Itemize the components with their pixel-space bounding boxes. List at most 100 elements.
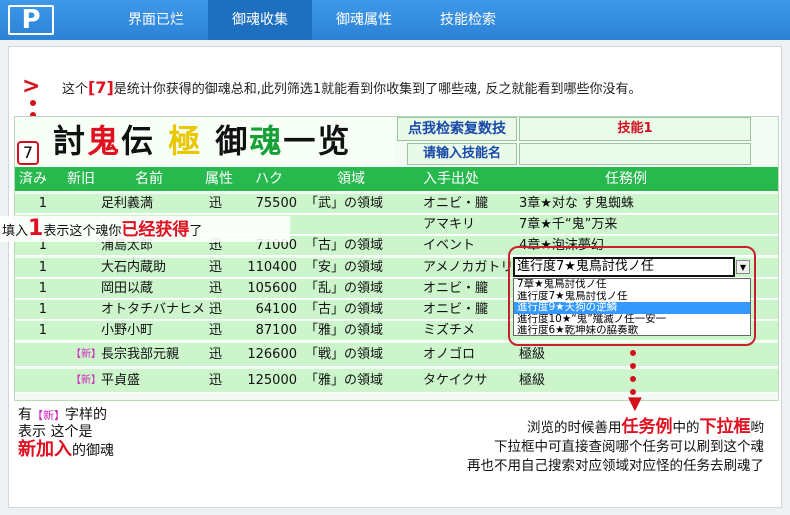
cell-name: 岡田以蔵 — [101, 281, 154, 296]
skill-1-header: 技能1 — [519, 117, 751, 141]
multi-skill-search-button[interactable]: 点我检索复数技 — [397, 117, 517, 141]
cell-haku: 110400 — [247, 260, 297, 275]
cell-name: 大石内蔵助 — [101, 260, 167, 275]
cell-realm: 「戦」の領域 — [305, 347, 384, 362]
cell-source: オニビ・朧 — [423, 196, 489, 211]
app-logo: P — [8, 5, 54, 35]
fill-hint-b: 1 — [28, 216, 44, 241]
cell-source: ミズチメ — [423, 323, 476, 338]
col-header[interactable]: 入手出处 — [423, 167, 479, 191]
col-header[interactable]: 任務例 — [605, 167, 647, 191]
cell-haku: 105600 — [247, 281, 297, 296]
cell-haku: 126600 — [247, 347, 297, 362]
cell-name: 小野小町 — [101, 323, 154, 338]
title-area: 7 討鬼伝 極 御魂一览 — [15, 117, 395, 167]
title-char: 極 — [155, 122, 216, 160]
col-header[interactable]: 領域 — [337, 167, 365, 191]
top-nav-bar: P 界面已烂 御魂收集 御魂属性 技能检索 — [0, 0, 790, 40]
note-text: 哟 — [750, 420, 765, 436]
task-select[interactable]: 進行度7★鬼鳥討伐ノ任 — [513, 257, 735, 277]
cell-source: オニビ・朧 — [423, 302, 489, 317]
intro-highlight: [7] — [88, 78, 114, 97]
title-char: 魂 — [249, 122, 284, 160]
col-header[interactable]: 名前 — [135, 167, 163, 191]
cell-task: 3章★对な す鬼蜘蛛 — [519, 196, 635, 211]
fill-hint-c: 表示这个魂你 — [43, 224, 122, 239]
fill-hint-d: 已经获得 — [121, 220, 190, 240]
cell-realm: 「古」の領域 — [305, 238, 384, 253]
cell-attr: 迅 — [209, 196, 223, 211]
cell-name: 足利義満 — [101, 196, 154, 211]
task-option[interactable]: 7章★鬼鳥討伐ノ任 — [514, 279, 750, 291]
title-char: 伝 — [121, 122, 156, 160]
collected-count: 7 — [17, 141, 39, 165]
task-option[interactable]: 進行度9★天狗の逆鱗 — [514, 302, 750, 314]
new-tag-note: 有【新】字样的 表示 这个是 新加入的御魂 — [18, 407, 114, 460]
note-text: 的御魂 — [72, 443, 114, 459]
title-char: 御 — [215, 122, 250, 160]
cell-realm: 「雅」の領域 — [305, 323, 384, 338]
cell-haku: 125000 — [247, 373, 297, 388]
cell-attr: 迅 — [209, 281, 223, 296]
intro-prefix: 这个 — [62, 82, 89, 97]
task-option[interactable]: 進行度7★鬼鳥討伐ノ任 — [514, 291, 750, 303]
cell-source: オノゴロ — [423, 347, 476, 362]
col-header[interactable]: 属性 — [205, 167, 233, 191]
cell-done: 1 — [38, 260, 47, 275]
cell-name: 長宗我部元親 — [101, 347, 180, 362]
cell-source: アメノカガトリ — [423, 260, 514, 275]
cell-haku: 75500 — [255, 196, 297, 211]
cell-haku: 64100 — [255, 302, 297, 317]
note-text: 字样的 — [65, 407, 107, 423]
table-row[interactable]: 1 足利義満 迅 75500 「武」の領域 オニビ・朧 3章★对な す鬼蜘蛛 — [15, 194, 778, 214]
cell-realm: 「雅」の領域 — [305, 373, 384, 388]
note-text: 下拉框中可直接查阅哪个任务可以刷到这个魂 — [494, 439, 764, 455]
title-char: 一览 — [283, 122, 352, 160]
col-header[interactable]: 済み — [19, 167, 47, 191]
cell-source: オニビ・朧 — [423, 281, 489, 296]
table-row[interactable]: 【新】 長宗我部元親 迅 126600 「戦」の領域 オノゴロ 極級 — [15, 343, 778, 367]
skill-name-input[interactable]: 请输入技能名 — [407, 143, 517, 165]
skill-1-cell[interactable] — [519, 143, 751, 165]
cell-done: 1 — [38, 323, 47, 338]
nav-tab-1[interactable]: 御魂收集 — [208, 0, 312, 40]
task-option[interactable]: 進行度6★乾坤妹の脇奏歌 — [514, 325, 750, 337]
fill-hint-a: 填入 — [2, 224, 29, 239]
note-highlight: 下拉框 — [699, 417, 751, 437]
note-text: 浏览的时候善用 — [527, 420, 622, 436]
cell-haku: 87100 — [255, 323, 297, 338]
note-text: 再也不用自己搜索对应领域对应怪的任务去刷魂了 — [467, 458, 764, 474]
nav-tab-0[interactable]: 界面已烂 — [104, 0, 208, 40]
table-row[interactable]: 【新】 平貞盛 迅 125000 「雅」の領域 タケイクサ 極級 — [15, 369, 778, 393]
note-highlight: 新加入 — [18, 439, 72, 460]
intro-suffix: 是统计你获得的御魂总和,此列筛选1就能看到你收集到了哪些魂, 反之就能看到哪些你… — [113, 82, 642, 97]
cell-done: 1 — [38, 281, 47, 296]
cell-name: 平貞盛 — [101, 373, 141, 388]
cell-task: 極級 — [519, 347, 546, 362]
col-header[interactable]: 新旧 — [67, 167, 95, 191]
cell-done: 1 — [38, 302, 47, 317]
nav-tab-3[interactable]: 技能检索 — [416, 0, 520, 40]
task-options-list: 7章★鬼鳥討伐ノ任 進行度7★鬼鳥討伐ノ任 進行度9★天狗の逆鱗 進行度10★“鬼”殲… — [513, 278, 751, 336]
note-highlight: 任务例 — [621, 417, 673, 437]
cell-attr: 迅 — [209, 373, 223, 388]
cell-task: 極級 — [519, 373, 546, 388]
pointer-arrow-icon: > — [22, 74, 41, 99]
fill-hint-e: 了 — [189, 224, 203, 239]
dotted-line-icon — [630, 350, 636, 395]
chevron-down-icon[interactable]: ▼ — [736, 260, 750, 274]
cell-source: タケイクサ — [423, 373, 488, 388]
fill-hint: 填入1表示这个魂你已经获得了 — [0, 216, 290, 242]
cell-realm: 「安」の領域 — [305, 260, 384, 275]
col-header[interactable]: ハク — [255, 167, 283, 191]
arrow-down-icon: ▼ — [628, 393, 642, 414]
nav-tab-2[interactable]: 御魂属性 — [312, 0, 416, 40]
cell-source: アマキリ — [423, 217, 476, 232]
task-option[interactable]: 進行度10★“鬼”殲滅ノ任一安一 — [514, 314, 750, 326]
cell-attr: 迅 — [209, 302, 223, 317]
cell-task: 7章★千“鬼”万来 — [519, 217, 618, 232]
cell-source: イベント — [423, 238, 476, 253]
dropdown-note: 浏览的时候善用任务例中的下拉框哟 下拉框中可直接查阅哪个任务可以刷到这个魂 再也… — [467, 418, 764, 476]
table-header: 済み 新旧 名前 属性 ハク 領域 入手出处 任務例 — [15, 167, 778, 191]
title-char: 討 — [53, 122, 88, 160]
